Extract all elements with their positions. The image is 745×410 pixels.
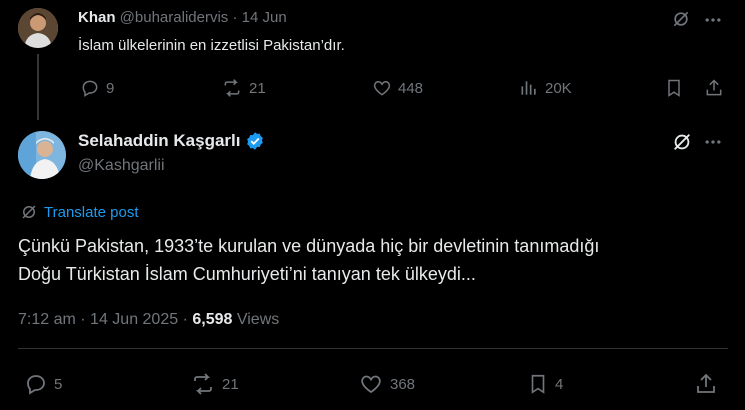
repost-button[interactable]: 21 (221, 78, 266, 98)
more-options-icon[interactable] (703, 10, 723, 30)
like-count: 368 (390, 375, 416, 393)
bookmark-count: 4 (555, 375, 564, 393)
divider (18, 348, 728, 349)
meta-separator: · (80, 311, 86, 328)
tweet-time[interactable]: 7:12 am (18, 311, 76, 328)
translate-post-link[interactable]: Translate post (20, 203, 139, 221)
tweet-date[interactable]: 14 Jun 2025 (90, 311, 178, 328)
share-icon[interactable] (704, 78, 724, 98)
repost-count: 21 (222, 375, 239, 393)
parent-author-name[interactable]: Khan (78, 9, 116, 26)
reply-icon (27, 375, 45, 395)
reply-count: 9 (106, 79, 115, 97)
views-count: 20K (545, 79, 572, 97)
parent-tweet-date[interactable]: 14 Jun (242, 9, 287, 26)
share-icon[interactable] (694, 372, 718, 396)
grok-translate-icon (22, 205, 36, 219)
like-button[interactable]: 448 (372, 78, 423, 98)
meta-separator: · (182, 311, 188, 328)
grok-icon[interactable] (671, 131, 693, 153)
header-separator: · (232, 9, 238, 26)
parent-author-handle[interactable]: @buharalidervis (120, 9, 229, 26)
tweet-metadata: 7:12 am · 14 Jun 2025 · 6,598 Views (18, 311, 279, 329)
main-tweet-text-line: Doğu Türkistan İslam Cumhuriyeti’ni tanı… (18, 264, 476, 284)
like-count: 448 (398, 79, 424, 97)
analytics-icon (521, 81, 536, 95)
repost-count: 21 (249, 79, 266, 97)
repost-icon (194, 373, 212, 395)
bookmark-icon[interactable] (664, 78, 684, 98)
reply-button[interactable]: 5 (24, 372, 62, 396)
bookmark-button[interactable]: 4 (527, 372, 563, 396)
reply-icon (82, 80, 98, 97)
main-author-avatar[interactable] (18, 131, 66, 179)
main-tweet-text: Çünkü Pakistan, 1933’te kurulan ve dünya… (18, 232, 599, 288)
grok-icon[interactable] (671, 9, 691, 29)
main-author-name[interactable]: Selahaddin Kaşgarlı (78, 131, 241, 151)
translate-post-label: Translate post (44, 203, 139, 221)
views-count: 6,598 (192, 311, 233, 328)
verified-badge-icon (246, 132, 263, 150)
bookmark-icon (531, 374, 545, 394)
parent-tweet-header: Khan @buharalidervis · 14 Jun (78, 9, 287, 26)
more-options-icon[interactable] (703, 132, 723, 152)
heart-icon (361, 375, 381, 394)
repost-button[interactable]: 21 (190, 372, 239, 396)
views-label: Views (236, 311, 280, 328)
main-author-handle[interactable]: @Kashgarlii (78, 157, 165, 175)
main-tweet-text-line: Çünkü Pakistan, 1933’te kurulan ve dünya… (18, 236, 600, 256)
parent-author-avatar[interactable] (18, 8, 58, 48)
parent-tweet-text: İslam ülkelerinin en izzetlisi Pakistan’… (78, 37, 345, 54)
main-author-header: Selahaddin Kaşgarlı (78, 131, 265, 151)
like-button[interactable]: 368 (358, 372, 415, 396)
thread-connector-line (37, 54, 39, 120)
reply-button[interactable]: 9 (80, 78, 114, 98)
views-button[interactable]: 20K (519, 78, 572, 98)
heart-icon (373, 80, 391, 96)
reply-count: 5 (54, 375, 63, 393)
repost-icon (224, 79, 240, 97)
